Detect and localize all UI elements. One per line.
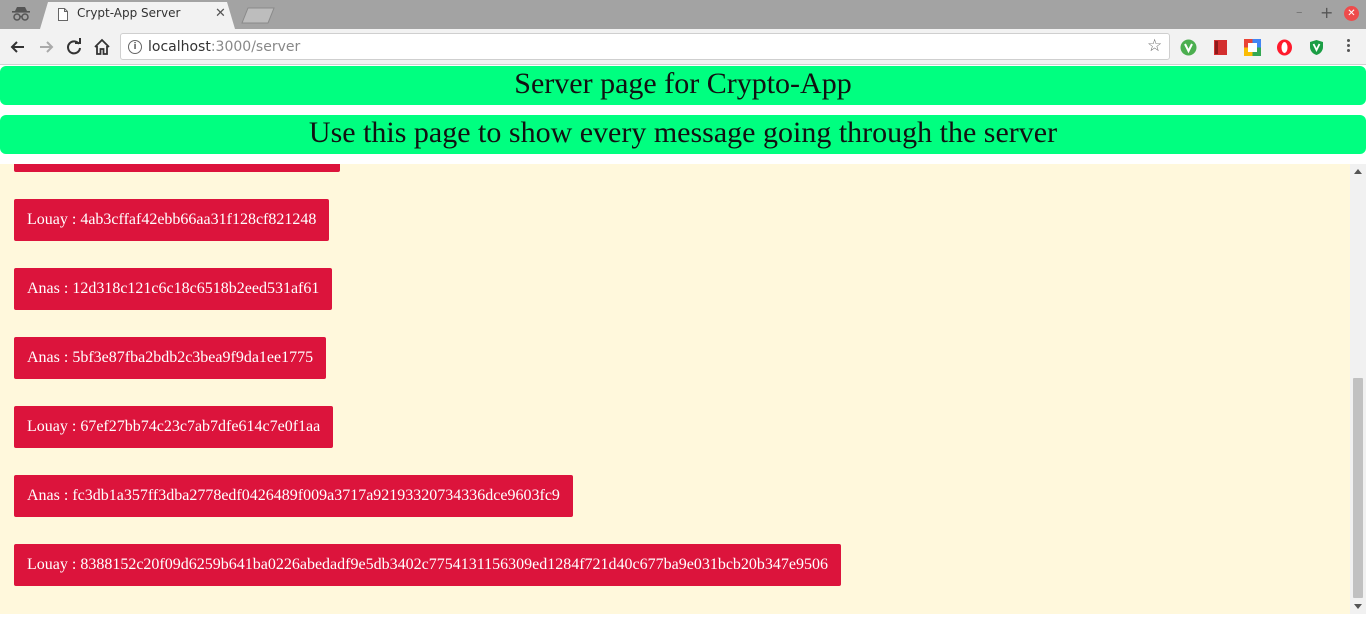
minimize-button[interactable]: – bbox=[1296, 5, 1303, 20]
tab-close-icon[interactable]: ✕ bbox=[215, 6, 226, 21]
opera-icon[interactable] bbox=[1276, 39, 1293, 56]
tab-strip: Crypt-App Server ✕ – + ✕ bbox=[0, 0, 1366, 29]
tab-title: Crypt-App Server bbox=[77, 6, 181, 20]
message-item: Anas : fc3db1a357ff3dba2778edf0426489f00… bbox=[14, 475, 573, 517]
red-book-icon[interactable] bbox=[1212, 39, 1229, 56]
page-subtitle: Use this page to show every message goin… bbox=[0, 115, 1366, 154]
scrollbar-thumb[interactable] bbox=[1353, 378, 1363, 598]
vpn-shield-icon[interactable] bbox=[1180, 39, 1197, 56]
scroll-down-arrow-icon[interactable] bbox=[1354, 604, 1362, 609]
bookmark-star-icon[interactable]: ☆ bbox=[1147, 36, 1162, 56]
page-viewport: Server page for Crypto-App Use this page… bbox=[0, 66, 1366, 626]
message-list: Louay : 4ab3cffaf42ebb66aa31f128cf821248… bbox=[0, 164, 1350, 614]
scroll-up-arrow-icon[interactable] bbox=[1354, 169, 1362, 174]
url-host: localhost bbox=[148, 39, 211, 55]
window-close-button[interactable]: ✕ bbox=[1344, 6, 1359, 21]
message-item-partial bbox=[14, 164, 340, 172]
reload-icon[interactable] bbox=[64, 37, 84, 57]
message-item: Louay : 67ef27bb74c23c7ab7dfe614c7e0f1aa bbox=[14, 406, 334, 448]
page-icon bbox=[58, 8, 68, 21]
browser-menu-icon[interactable] bbox=[1344, 37, 1352, 57]
vertical-scrollbar[interactable] bbox=[1350, 164, 1366, 614]
new-tab-button[interactable] bbox=[241, 7, 277, 24]
message-item: Anas : 12d318c121c6c18c6518b2eed531af61 bbox=[14, 268, 333, 310]
message-item: Louay : 8388152c20f09d6259b641ba0226abed… bbox=[14, 544, 842, 586]
address-bar[interactable]: i localhost:3000/server ☆ bbox=[120, 33, 1170, 60]
info-icon[interactable]: i bbox=[128, 40, 142, 54]
green-shield-icon[interactable] bbox=[1308, 39, 1325, 56]
home-icon[interactable] bbox=[92, 37, 112, 57]
forward-arrow-icon[interactable] bbox=[36, 37, 56, 57]
page-title: Server page for Crypto-App bbox=[0, 66, 1366, 105]
message-item: Anas : 5bf3e87fba2bdb2c3bea9f9da1ee1775 bbox=[14, 337, 327, 379]
google-icon[interactable] bbox=[1244, 39, 1261, 56]
url-path: :3000/server bbox=[210, 39, 301, 55]
browser-toolbar: i localhost:3000/server ☆ bbox=[0, 29, 1366, 65]
url-text[interactable]: localhost:3000/server bbox=[148, 39, 300, 55]
back-arrow-icon[interactable] bbox=[8, 37, 28, 57]
maximize-button[interactable]: + bbox=[1320, 3, 1333, 22]
incognito-icon bbox=[12, 7, 30, 21]
message-item: Louay : 4ab3cffaf42ebb66aa31f128cf821248 bbox=[14, 199, 330, 241]
